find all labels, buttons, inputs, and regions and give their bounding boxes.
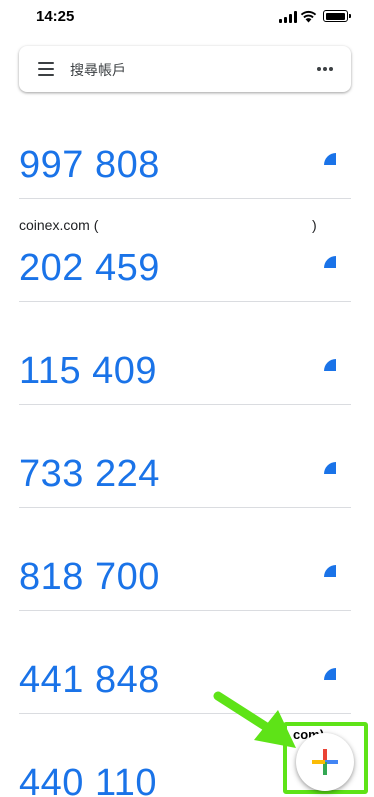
otp-code[interactable]: 733 224 <box>19 452 160 496</box>
cellular-signal-icon <box>279 11 297 23</box>
account-row[interactable]: 997 808 <box>0 96 374 199</box>
account-name-tail: ) <box>312 217 317 233</box>
countdown-timer-icon <box>324 153 336 165</box>
otp-code[interactable]: 441 848 <box>19 658 160 702</box>
countdown-timer-icon <box>324 462 336 474</box>
account-row[interactable]: 202 459 <box>0 199 374 302</box>
otp-code[interactable]: 818 700 <box>19 555 160 599</box>
otp-code[interactable]: 440 110 <box>19 761 157 797</box>
otp-code[interactable]: 997 808 <box>19 143 160 187</box>
otp-code[interactable]: 115 409 <box>19 349 157 393</box>
countdown-timer-icon <box>324 256 336 268</box>
battery-icon <box>323 10 351 22</box>
account-row[interactable]: 441 848 <box>0 611 374 714</box>
account-row[interactable]: 115 409 <box>0 302 374 405</box>
google-plus-icon <box>312 749 338 775</box>
account-row[interactable]: 733 224 <box>0 405 374 508</box>
otp-code[interactable]: 202 459 <box>19 246 160 290</box>
add-account-button[interactable] <box>296 733 354 791</box>
countdown-timer-icon <box>324 565 336 577</box>
account-name: coinex.com ( <box>19 217 99 233</box>
more-horizontal-icon[interactable] <box>317 67 333 71</box>
hamburger-menu-icon[interactable] <box>38 62 54 76</box>
countdown-timer-icon <box>324 359 336 371</box>
status-time: 14:25 <box>36 8 75 25</box>
search-input[interactable]: 搜尋帳戶 <box>70 60 126 80</box>
search-bar[interactable]: 搜尋帳戶 <box>19 46 351 92</box>
account-row[interactable]: 818 700 <box>0 508 374 611</box>
countdown-timer-icon <box>324 668 336 680</box>
wifi-icon <box>300 10 317 23</box>
status-bar: 14:25 <box>0 0 374 36</box>
